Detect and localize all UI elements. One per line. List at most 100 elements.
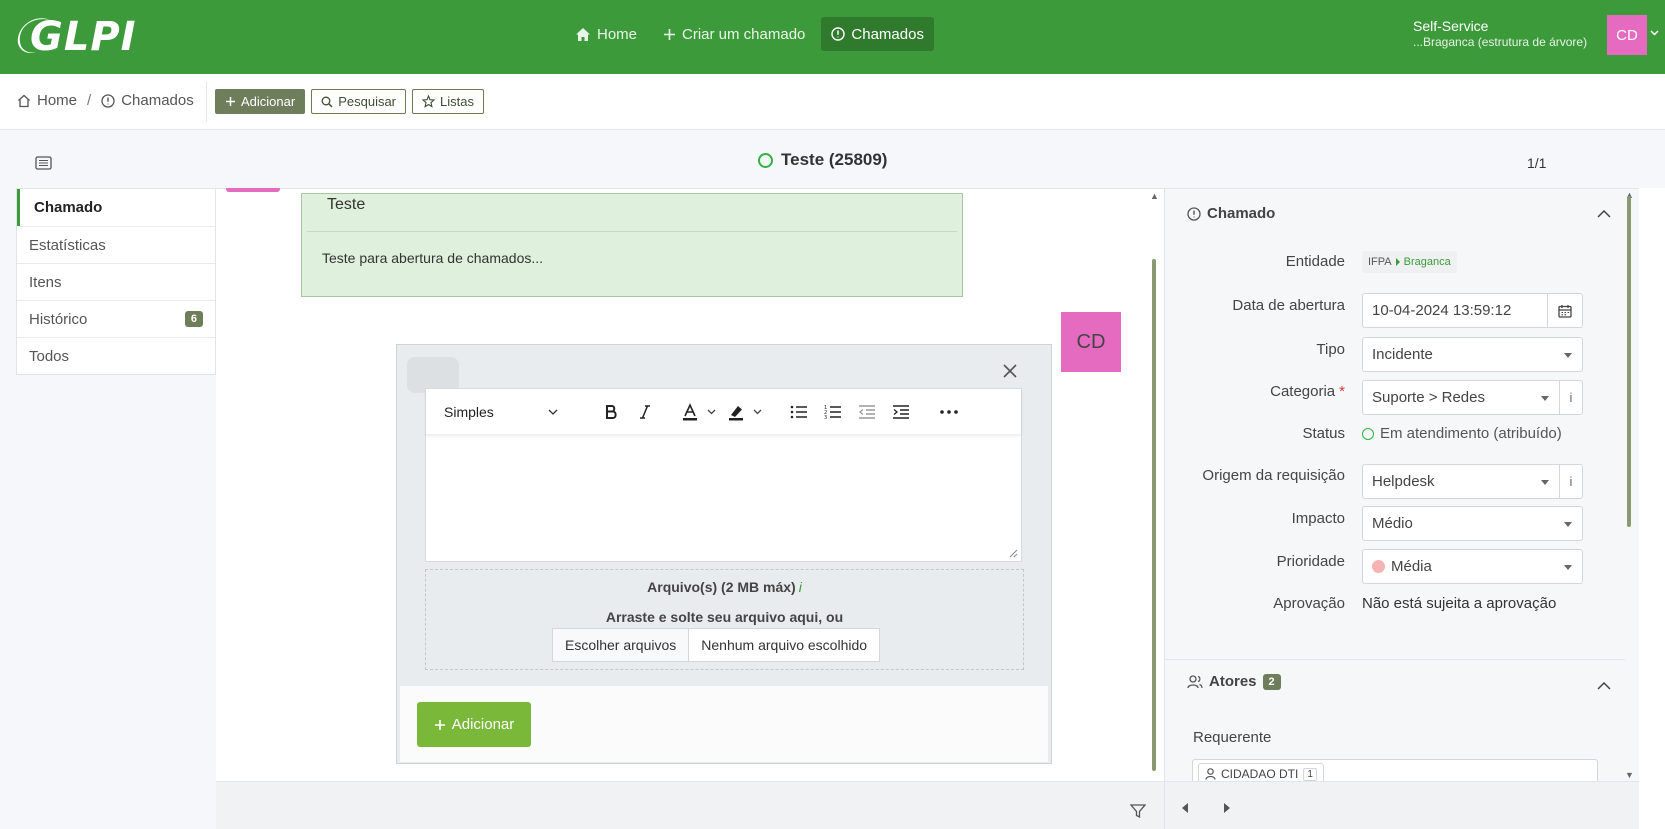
ticket-tabs: Chamado Estatísticas Itens Histórico 6 T… — [16, 188, 216, 375]
nav-create-ticket[interactable]: Criar um chamado — [653, 17, 815, 51]
text-color-button[interactable] — [676, 397, 722, 427]
category-info-button[interactable]: i — [1559, 380, 1583, 415]
choose-files-button[interactable]: Escolher arquivos — [553, 629, 690, 661]
indent-button[interactable] — [884, 397, 918, 427]
priority-dot — [1372, 560, 1385, 573]
alert-circle-icon — [101, 93, 115, 108]
outdent-icon — [858, 404, 875, 419]
section-actors-header[interactable]: Atores 2 — [1187, 673, 1281, 690]
type-select[interactable]: Incidente — [1362, 337, 1583, 372]
ticket-details-panel: Chamado Entidade IFPA Braganca Data de a… — [1164, 188, 1639, 781]
nav-home[interactable]: Home — [565, 17, 647, 51]
impact-value: Médio — [1372, 515, 1413, 532]
attach-title: Arquivo(s) (2 MB máx) i — [426, 579, 1023, 595]
search-icon — [321, 96, 333, 107]
profile-entity: ...Braganca (estrutura de árvore) — [1413, 35, 1588, 49]
glpi-logo[interactable]: GLPI — [14, 12, 136, 60]
chevron-up-icon[interactable] — [1597, 210, 1611, 218]
author-marker — [226, 188, 280, 192]
file-input[interactable]: Escolher arquivos Nenhum arquivo escolhi… — [552, 628, 881, 662]
category-select[interactable]: Suporte > Redes — [1362, 380, 1560, 415]
chevron-down-icon[interactable] — [1650, 30, 1659, 36]
section-actors-title: Atores — [1209, 673, 1257, 690]
search-button[interactable]: Pesquisar — [311, 89, 407, 114]
actors-count-badge: 2 — [1262, 673, 1281, 690]
origin-info-button[interactable]: i — [1559, 464, 1583, 499]
logo-text: GLPI — [30, 14, 137, 60]
toggle-menu-icon[interactable] — [35, 156, 52, 170]
priority-select[interactable]: Média — [1362, 549, 1583, 584]
impact-select[interactable]: Médio — [1362, 506, 1583, 541]
status-value: Em atendimento (atribuído) — [1362, 425, 1562, 442]
required-marker: * — [1339, 383, 1345, 400]
bold-button[interactable] — [594, 397, 628, 427]
main-menu: Home Criar um chamado Chamados — [565, 17, 940, 51]
entity-tag[interactable]: IFPA Braganca — [1362, 251, 1457, 273]
user-profile[interactable]: Self-Service ...Braganca (estrutura de á… — [1413, 18, 1587, 49]
tab-all[interactable]: Todos — [17, 337, 215, 374]
alert-circle-icon — [831, 27, 846, 41]
scroll-down-arrow-icon[interactable]: ▼ — [1625, 770, 1634, 780]
tab-items[interactable]: Itens — [17, 263, 215, 300]
breadcrumb-home[interactable]: Home — [37, 92, 77, 109]
bullet-list-icon — [790, 405, 807, 418]
entity-sub: Braganca — [1403, 256, 1451, 268]
highlighter-icon — [729, 405, 762, 420]
top-navbar: GLPI Home Criar um chamado Chamados Self… — [0, 0, 1665, 74]
format-select-value: Simples — [444, 403, 494, 420]
requester-ticket-count: 1 — [1303, 767, 1317, 781]
chevron-up-icon[interactable] — [1597, 682, 1611, 690]
file-drop-zone[interactable]: Arquivo(s) (2 MB máx) i Arraste e solte s… — [425, 569, 1024, 670]
format-select[interactable]: Simples — [436, 398, 566, 426]
followup-author-avatar: CD — [1061, 312, 1121, 372]
details-scrollbar[interactable] — [1627, 196, 1631, 527]
section-ticket-header[interactable]: Chamado — [1187, 205, 1275, 222]
filter-icon[interactable] — [1130, 803, 1146, 819]
nav-tickets[interactable]: Chamados — [821, 17, 934, 51]
add-followup-button[interactable]: Adicionar — [417, 702, 531, 747]
requester-field[interactable]: CIDADAO DTI 1 — [1192, 759, 1598, 781]
home-icon — [576, 27, 590, 41]
search-button-label: Pesquisar — [338, 94, 397, 109]
italic-button[interactable] — [628, 397, 662, 427]
editor-content-area[interactable] — [426, 436, 1021, 561]
alert-circle-icon — [1187, 206, 1201, 221]
page-title: Teste (25809) — [758, 150, 887, 170]
caret-left-icon[interactable] — [1181, 802, 1189, 814]
ticket-pager: 1/1 — [1527, 155, 1547, 171]
origin-value: Helpdesk — [1372, 473, 1435, 490]
outdent-button[interactable] — [850, 397, 884, 427]
priority-value: Média — [1391, 558, 1432, 575]
timeline-scrollbar[interactable] — [1152, 259, 1156, 771]
add-button[interactable]: Adicionar — [215, 89, 306, 114]
tab-ticket[interactable]: Chamado — [17, 189, 215, 226]
rich-text-editor: Simples 123 — [425, 388, 1022, 562]
caret-right-icon[interactable] — [1223, 802, 1231, 814]
calendar-button[interactable] — [1547, 293, 1583, 328]
plus-icon — [226, 97, 235, 106]
bullet-list-button[interactable] — [782, 397, 816, 427]
date-value: 10-04-2024 13:59:12 — [1372, 302, 1512, 319]
priority-label: Prioridade — [1276, 553, 1345, 570]
type-value: Incidente — [1372, 346, 1433, 363]
origin-select[interactable]: Helpdesk — [1362, 464, 1560, 499]
date-input[interactable]: 10-04-2024 13:59:12 — [1362, 293, 1548, 328]
lists-button[interactable]: Listas — [412, 89, 484, 114]
scroll-up-arrow-icon[interactable]: ▲ — [1150, 191, 1159, 201]
requester-label: Requerente — [1193, 729, 1272, 746]
user-avatar[interactable]: CD — [1607, 15, 1647, 55]
tab-statistics[interactable]: Estatísticas — [17, 226, 215, 263]
info-icon[interactable]: i — [799, 579, 802, 595]
close-icon[interactable] — [1002, 363, 1018, 379]
highlight-color-button[interactable] — [722, 397, 768, 427]
indent-icon — [893, 404, 909, 419]
breadcrumb-tickets[interactable]: Chamados — [121, 92, 194, 109]
numbered-list-button[interactable]: 123 — [816, 397, 850, 427]
tab-history[interactable]: Histórico 6 — [17, 300, 215, 337]
more-options-button[interactable] — [932, 397, 966, 427]
category-value: Suporte > Redes — [1372, 389, 1485, 406]
requester-tag[interactable]: CIDADAO DTI 1 — [1198, 763, 1324, 781]
numbered-list-icon: 123 — [824, 405, 841, 419]
add-button-label: Adicionar — [241, 94, 296, 109]
resize-handle-icon[interactable] — [1009, 549, 1018, 558]
